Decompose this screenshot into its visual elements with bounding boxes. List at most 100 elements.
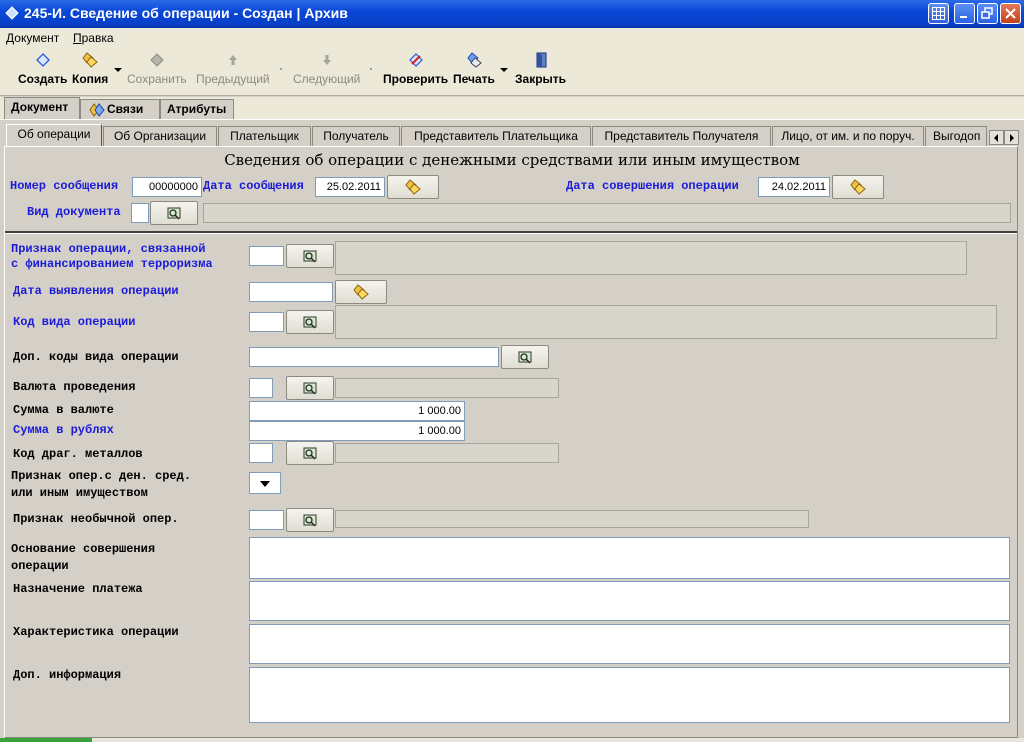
close-button[interactable]: Закрыть <box>515 52 566 86</box>
lookup-icon <box>303 514 317 527</box>
detect-date-picker-button[interactable] <box>335 280 387 304</box>
status-strip <box>0 738 1024 742</box>
save-button[interactable]: Сохранить <box>127 52 187 86</box>
previous-dropdown-arrow[interactable] <box>280 68 282 70</box>
toolbar: Создать Копия Сохранить Предыдущий Следу… <box>0 48 1024 96</box>
calendar-icon <box>353 284 369 300</box>
door-icon <box>536 52 547 68</box>
lookup-icon <box>303 447 317 460</box>
copy-dropdown-arrow[interactable] <box>114 68 122 72</box>
terror-lookup-button[interactable] <box>286 244 334 268</box>
op-date-input[interactable]: 24.02.2011 <box>758 177 830 197</box>
characteristic-textarea[interactable] <box>249 624 1010 664</box>
copy-button[interactable]: Копия <box>72 52 108 86</box>
op-date-label: Дата совершения операции <box>566 179 739 193</box>
print-button[interactable]: Печать <box>453 52 495 86</box>
op-code-lookup-button[interactable] <box>286 310 334 334</box>
op-sign-dropdown[interactable] <box>249 472 281 494</box>
amount-currency-input[interactable]: 1 000.00 <box>249 401 465 421</box>
operation-form: Сведения об операции с денежными средств… <box>4 146 1018 738</box>
tile-button[interactable] <box>928 3 949 24</box>
lookup-icon <box>167 207 181 220</box>
characteristic-label: Характеристика операции <box>13 625 179 639</box>
unusual-lookup-button[interactable] <box>286 508 334 532</box>
grid-icon <box>932 7 945 20</box>
window-title: 245-И. Сведение об операции - Создан | А… <box>24 5 348 21</box>
amount-currency-label: Сумма в валюте <box>13 403 114 417</box>
tab-operation[interactable]: Об операции <box>6 124 102 147</box>
msg-date-input[interactable]: 25.02.2011 <box>315 177 385 197</box>
metals-label: Код драг. металлов <box>13 447 143 461</box>
tabs-scroll-left[interactable] <box>989 130 1004 145</box>
terror-label-line1: Признак операции, связанной <box>11 242 206 256</box>
create-icon <box>35 53 50 67</box>
op-code-input[interactable] <box>249 312 284 332</box>
basis-label-line2: операции <box>11 559 69 573</box>
unusual-input[interactable] <box>249 510 284 530</box>
next-dropdown-arrow[interactable] <box>370 68 372 70</box>
terror-code-input[interactable] <box>249 246 284 266</box>
detect-date-label: Дата выявления операции <box>13 284 179 298</box>
links-icon <box>89 103 105 117</box>
lookup-icon <box>303 382 317 395</box>
main-panel: Об операции Об Организации Плательщик По… <box>0 119 1024 742</box>
lookup-icon <box>518 351 532 364</box>
printer-icon <box>467 52 482 68</box>
unusual-description <box>335 510 809 528</box>
tab-recipient[interactable]: Получатель <box>312 126 400 146</box>
metals-input[interactable] <box>249 443 273 463</box>
msg-date-label: Дата сообщения <box>203 179 304 193</box>
detect-date-input[interactable] <box>249 282 333 302</box>
metals-lookup-button[interactable] <box>286 441 334 465</box>
app-icon <box>5 6 19 20</box>
menu-document[interactable]: Документ <box>6 31 59 45</box>
tab-on-behalf-person[interactable]: Лицо, от им. и по поруч. <box>772 126 924 146</box>
minimize-icon <box>960 16 967 18</box>
create-button[interactable]: Создать <box>18 52 67 86</box>
tab-attributes[interactable]: Атрибуты <box>160 99 234 119</box>
restore-button[interactable] <box>977 3 998 24</box>
previous-button[interactable]: Предыдущий <box>196 52 270 86</box>
tabs-scroll-right[interactable] <box>1004 130 1019 145</box>
menu-edit[interactable]: Правка <box>73 31 114 45</box>
close-icon <box>1005 8 1016 19</box>
op-code-label: Код вида операции <box>13 315 136 329</box>
tab-document[interactable]: Документ <box>4 97 80 119</box>
arrow-up-icon <box>228 55 237 65</box>
amount-rub-input[interactable]: 1 000.00 <box>249 421 465 441</box>
msg-number-input[interactable]: 00000000 <box>132 177 202 197</box>
extra-info-textarea[interactable] <box>249 667 1010 723</box>
save-icon <box>150 53 164 67</box>
top-tabs: Документ Связи Атрибуты <box>0 97 1024 119</box>
tab-organization[interactable]: Об Организации <box>103 126 217 146</box>
op-sign-label-line1: Признак опер.с ден. сред. <box>11 469 192 483</box>
close-window-button[interactable] <box>1000 3 1021 24</box>
next-button[interactable]: Следующий <box>293 52 360 86</box>
terror-description <box>335 241 967 275</box>
tab-beneficiary[interactable]: Выгодоп <box>925 126 987 146</box>
tab-payer-representative[interactable]: Представитель Плательщика <box>401 126 591 146</box>
op-date-picker-button[interactable] <box>832 175 884 199</box>
menu-bar: Документ Правка <box>0 28 1024 48</box>
doc-type-input[interactable] <box>131 203 149 223</box>
lookup-icon <box>303 316 317 329</box>
extra-codes-label: Доп. коды вида операции <box>13 350 179 364</box>
minimize-button[interactable] <box>954 3 975 24</box>
restore-icon <box>981 7 993 19</box>
msg-date-picker-button[interactable] <box>387 175 439 199</box>
arrow-down-icon <box>322 55 331 65</box>
unusual-label: Признак необычной опер. <box>13 512 179 526</box>
tab-payer[interactable]: Плательщик <box>218 126 311 146</box>
extra-codes-lookup-button[interactable] <box>501 345 549 369</box>
currency-description <box>335 378 559 398</box>
extra-codes-input[interactable] <box>249 347 499 367</box>
check-button[interactable]: Проверить <box>383 52 448 86</box>
currency-lookup-button[interactable] <box>286 376 334 400</box>
print-dropdown-arrow[interactable] <box>500 68 508 72</box>
tab-recipient-representative[interactable]: Представитель Получателя <box>592 126 771 146</box>
basis-textarea[interactable] <box>249 537 1010 579</box>
currency-input[interactable] <box>249 378 273 398</box>
doc-type-lookup-button[interactable] <box>150 201 198 225</box>
purpose-textarea[interactable] <box>249 581 1010 621</box>
tab-links[interactable]: Связи <box>80 99 160 119</box>
